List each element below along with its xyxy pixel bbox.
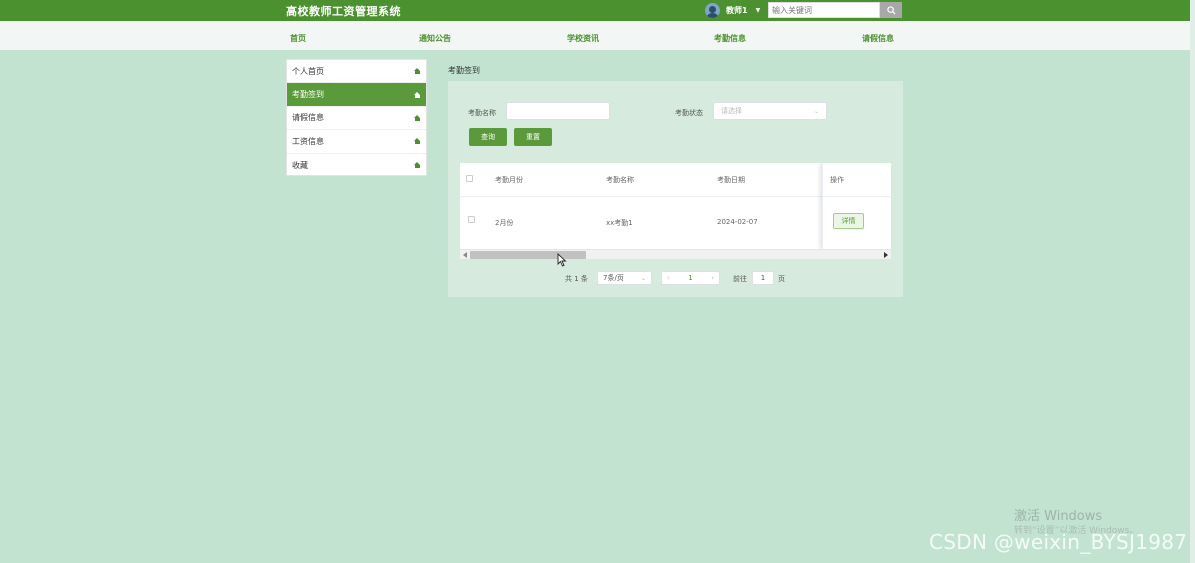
attendance-table: 考勤月份 考勤名称 考勤日期 2月份 xx考勤1 2024-02-07 操作 详… [460, 163, 891, 249]
name-filter-input[interactable] [506, 102, 610, 120]
home-icon [414, 68, 421, 75]
search-icon [886, 5, 896, 15]
page-size-select[interactable]: 7条/页 ⌄ [597, 271, 652, 285]
cell-name: xx考勤1 [606, 219, 633, 227]
column-header-date: 考勤日期 [717, 176, 745, 184]
status-filter-select[interactable]: 请选择 ⌄ [713, 102, 827, 120]
breadcrumb: 考勤签到 [448, 66, 480, 75]
column-header-name: 考勤名称 [606, 176, 634, 184]
scroll-right-icon[interactable] [884, 252, 888, 258]
status-filter-label: 考勤状态 [675, 109, 703, 117]
row-checkbox[interactable] [468, 216, 475, 223]
top-bar: 高校教师工资管理系统 教师1 ▼ [0, 0, 1195, 21]
chevron-down-icon: ⌄ [813, 107, 819, 115]
sidebar: 个人首页 考勤签到 请假信息 工资信息 收藏 [286, 59, 427, 176]
windows-activation-watermark: 激活 Windows [1014, 509, 1103, 524]
scroll-thumb[interactable] [470, 251, 586, 259]
user-menu[interactable]: 教师1 ▼ [705, 3, 760, 18]
page-unit-label: 页 [778, 275, 785, 283]
reset-button[interactable]: 重置 [514, 128, 552, 146]
goto-label: 前往 [733, 275, 747, 283]
select-all-checkbox[interactable] [466, 175, 473, 182]
detail-button[interactable]: 详情 [833, 213, 864, 229]
nav-attendance[interactable]: 考勤信息 [714, 33, 746, 44]
sidebar-item-label: 考勤签到 [292, 90, 324, 100]
column-header-action: 操作 [830, 176, 844, 184]
sidebar-item-label: 请假信息 [292, 113, 324, 123]
horizontal-scrollbar[interactable] [460, 249, 891, 259]
search-button[interactable] [880, 2, 902, 18]
username[interactable]: 教师1 [726, 5, 748, 16]
site-title: 高校教师工资管理系统 [286, 5, 401, 18]
next-page-icon[interactable]: › [711, 274, 714, 282]
csdn-watermark: CSDN @weixin_BYSJ1987 [929, 530, 1188, 554]
prev-page-icon[interactable]: ‹ [667, 274, 670, 282]
page-nav: ‹ 1 › [661, 271, 720, 285]
home-icon [414, 162, 421, 169]
scroll-left-icon[interactable] [463, 252, 467, 258]
main-nav: 首页 通知公告 学校资讯 考勤信息 请假信息 [0, 21, 1195, 50]
fixed-action-column: 操作 详情 [822, 163, 891, 249]
sidebar-item-profile[interactable]: 个人首页 [287, 60, 426, 84]
column-header-month: 考勤月份 [495, 176, 523, 184]
home-icon [414, 138, 421, 145]
chevron-down-icon: ⌄ [640, 274, 646, 282]
nav-leave[interactable]: 请假信息 [862, 33, 894, 44]
pagination-total: 共 1 条 [565, 275, 588, 283]
sidebar-item-label: 个人首页 [292, 66, 324, 76]
status-filter-placeholder: 请选择 [721, 107, 742, 115]
sidebar-item-salary[interactable]: 工资信息 [287, 130, 426, 154]
home-icon [414, 114, 421, 121]
sidebar-item-leave[interactable]: 请假信息 [287, 107, 426, 131]
avatar[interactable] [705, 3, 720, 18]
mouse-cursor-icon [557, 253, 567, 267]
search-input[interactable] [768, 2, 880, 18]
nav-home[interactable]: 首页 [290, 33, 306, 44]
caret-down-icon[interactable]: ▼ [756, 7, 761, 14]
goto-page-input[interactable]: 1 [752, 271, 774, 285]
name-filter-label: 考勤名称 [468, 109, 496, 117]
nav-notices[interactable]: 通知公告 [419, 33, 451, 44]
sidebar-item-favorites[interactable]: 收藏 [287, 154, 426, 177]
page-size-label: 7条/页 [603, 274, 624, 282]
right-edge-strip [1190, 0, 1195, 563]
sidebar-item-label: 收藏 [292, 160, 308, 170]
current-page[interactable]: 1 [688, 274, 692, 282]
cell-month: 2月份 [495, 219, 514, 227]
home-icon [414, 91, 421, 98]
sidebar-item-label: 工资信息 [292, 136, 324, 146]
row-divider [823, 196, 891, 197]
nav-school-news[interactable]: 学校资讯 [567, 33, 599, 44]
cell-date: 2024-02-07 [717, 218, 758, 226]
sidebar-item-checkin[interactable]: 考勤签到 [287, 83, 426, 107]
query-button[interactable]: 查询 [469, 128, 507, 146]
